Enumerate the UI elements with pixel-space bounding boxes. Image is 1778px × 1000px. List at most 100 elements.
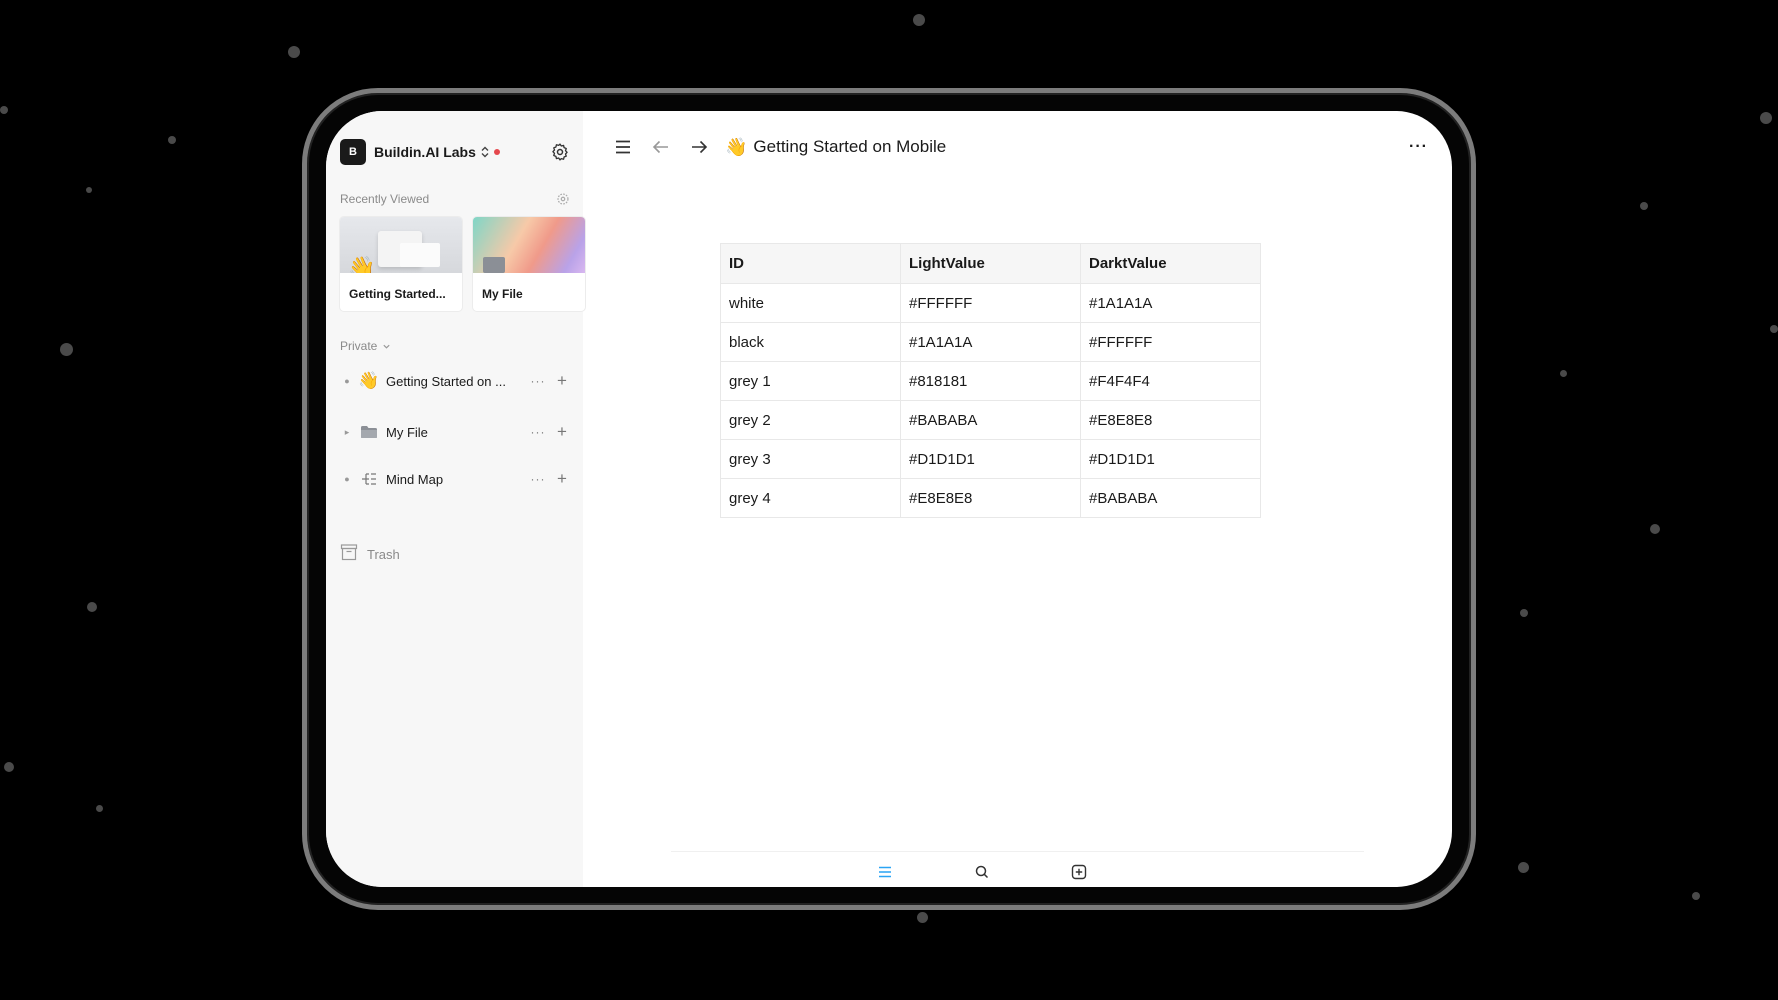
table-cell[interactable]: black xyxy=(720,322,901,362)
table-cell[interactable]: #E8E8E8 xyxy=(1080,400,1261,440)
folder-icon xyxy=(483,257,505,273)
table-cell[interactable]: #FFFFFF xyxy=(900,283,1081,323)
column-header[interactable]: DarktValue xyxy=(1080,243,1261,284)
background-particle xyxy=(1760,112,1772,124)
more-options-icon[interactable]: ··· xyxy=(530,425,546,439)
table-cell[interactable]: grey 3 xyxy=(720,439,901,479)
add-icon[interactable]: + xyxy=(554,372,570,389)
background-particle xyxy=(96,805,103,812)
background-particle xyxy=(288,46,300,58)
table-row: grey 4 #E8E8E8 #BABABA xyxy=(720,478,1261,518)
gear-icon[interactable] xyxy=(550,142,570,162)
workspace-name: Buildin.AI Labs xyxy=(374,144,476,160)
tablet-frame: B Buildin.AI Labs Recently Viewed 👋 Gett… xyxy=(302,88,1476,910)
top-bar: 👋 Getting Started on Mobile ··· xyxy=(609,133,1428,161)
menu-icon[interactable] xyxy=(609,133,637,161)
table-cell[interactable]: #E8E8E8 xyxy=(900,478,1081,518)
sidebar-item-getting-started[interactable]: ● 👋 Getting Started on ... ··· + xyxy=(340,367,570,395)
background-particle xyxy=(4,762,14,772)
search-icon[interactable] xyxy=(974,864,990,880)
table-cell[interactable]: #F4F4F4 xyxy=(1080,361,1261,401)
background-particle xyxy=(1520,609,1528,617)
recent-card-my-file[interactable]: My File xyxy=(473,217,585,311)
table-row: white #FFFFFF #1A1A1A xyxy=(720,283,1261,323)
back-arrow-icon[interactable] xyxy=(647,133,675,161)
list-icon[interactable] xyxy=(877,864,893,880)
background-particle xyxy=(1560,370,1567,377)
background-particle xyxy=(1770,325,1778,333)
private-label: Private xyxy=(340,339,378,353)
mind-map-icon xyxy=(358,468,380,490)
column-header[interactable]: LightValue xyxy=(900,243,1081,284)
sidebar-item-label: Getting Started on ... xyxy=(386,373,506,389)
trash-icon xyxy=(340,543,358,566)
table-cell[interactable]: #818181 xyxy=(900,361,1081,401)
private-section-toggle[interactable]: Private xyxy=(340,339,391,353)
table-row: black #1A1A1A #FFFFFF xyxy=(720,322,1261,362)
sidebar-item-mind-map[interactable]: ● Mind Map ··· + xyxy=(340,465,570,493)
card-title: My File xyxy=(482,287,523,301)
add-icon[interactable]: + xyxy=(554,470,570,487)
background-particle xyxy=(87,602,97,612)
background-particle xyxy=(917,912,928,923)
recent-card-getting-started[interactable]: 👋 Getting Started... xyxy=(340,217,462,311)
chevron-down-icon xyxy=(383,344,390,349)
tablet-screen: B Buildin.AI Labs Recently Viewed 👋 Gett… xyxy=(326,111,1452,887)
background-particle xyxy=(913,14,925,26)
bullet-icon: ● xyxy=(344,474,350,484)
background-particle xyxy=(0,106,8,114)
main-content: 👋 Getting Started on Mobile ··· ID Light… xyxy=(583,111,1452,887)
wave-emoji-icon: 👋 xyxy=(348,255,376,273)
expand-arrow-icon[interactable]: ▸ xyxy=(340,427,354,438)
table-cell[interactable]: #D1D1D1 xyxy=(900,439,1081,479)
card-cover-image: 👋 xyxy=(340,217,462,273)
recently-viewed-label: Recently Viewed xyxy=(340,192,430,206)
table-cell[interactable]: white xyxy=(720,283,901,323)
more-options-icon[interactable]: ··· xyxy=(530,472,546,486)
column-header[interactable]: ID xyxy=(720,243,901,284)
forward-arrow-icon[interactable] xyxy=(685,133,713,161)
table-cell[interactable]: #BABABA xyxy=(900,400,1081,440)
sidebar-item-trash[interactable]: Trash xyxy=(340,543,400,566)
background-particle xyxy=(168,136,176,144)
table-cell[interactable]: grey 2 xyxy=(720,400,901,440)
background-particle xyxy=(60,343,73,356)
card-cover-image xyxy=(473,217,585,273)
color-table: ID LightValue DarktValue white #FFFFFF #… xyxy=(720,243,1261,518)
sidebar: B Buildin.AI Labs Recently Viewed 👋 Gett… xyxy=(326,111,585,887)
workspace-switcher[interactable]: B Buildin.AI Labs xyxy=(340,139,570,165)
table-row: grey 1 #818181 #F4F4F4 xyxy=(720,361,1261,401)
folder-icon xyxy=(358,421,380,443)
table-header-row: ID LightValue DarktValue xyxy=(720,243,1261,284)
add-page-icon[interactable] xyxy=(1071,864,1087,880)
add-icon[interactable]: + xyxy=(554,423,570,440)
background-particle xyxy=(1640,202,1648,210)
background-particle xyxy=(86,187,92,193)
sidebar-item-my-file[interactable]: ▸ My File ··· + xyxy=(340,418,570,446)
workspace-logo: B xyxy=(340,139,366,165)
recently-viewed-header: Recently Viewed xyxy=(340,191,570,207)
trash-label: Trash xyxy=(367,547,400,562)
bullet-icon: ● xyxy=(344,376,350,386)
background-particle xyxy=(1650,524,1660,534)
more-options-icon[interactable]: ··· xyxy=(530,374,546,388)
table-cell[interactable]: grey 4 xyxy=(720,478,901,518)
background-particle xyxy=(1518,862,1529,873)
page-title: Getting Started on Mobile xyxy=(753,137,947,156)
table-cell[interactable]: #1A1A1A xyxy=(900,322,1081,362)
sidebar-item-label: Mind Map xyxy=(386,471,444,487)
table-row: grey 2 #BABABA #E8E8E8 xyxy=(720,400,1261,440)
table-cell[interactable]: #1A1A1A xyxy=(1080,283,1261,323)
table-cell[interactable]: #FFFFFF xyxy=(1080,322,1261,362)
background-particle xyxy=(1692,892,1700,900)
table-cell[interactable]: #D1D1D1 xyxy=(1080,439,1261,479)
wave-emoji-icon: 👋 xyxy=(358,371,380,390)
table-cell[interactable]: grey 1 xyxy=(720,361,901,401)
card-title: Getting Started... xyxy=(349,287,446,301)
table-row: grey 3 #D1D1D1 #D1D1D1 xyxy=(720,439,1261,479)
more-options-icon[interactable]: ··· xyxy=(1409,138,1428,156)
wave-emoji-icon: 👋 xyxy=(725,136,748,157)
notification-dot xyxy=(493,149,500,155)
table-cell[interactable]: #BABABA xyxy=(1080,478,1261,518)
settings-icon[interactable] xyxy=(556,192,570,206)
